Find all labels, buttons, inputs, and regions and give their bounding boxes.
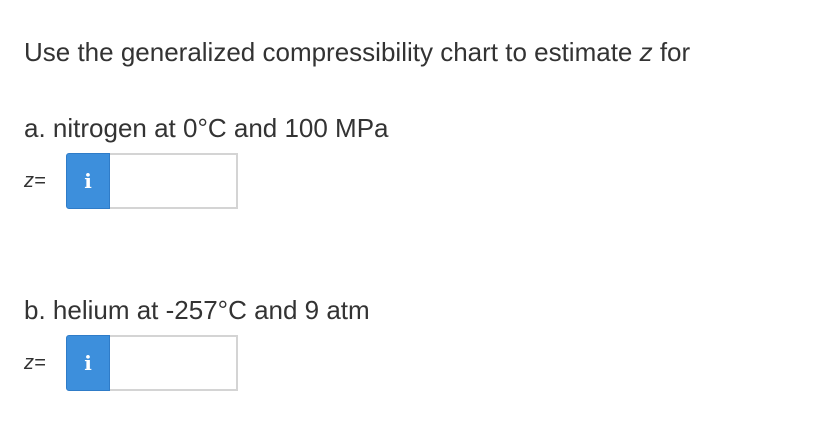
part-b-z-label: z= [24,351,46,374]
info-icon: i [84,351,92,375]
part-b-answer-input[interactable] [110,335,238,391]
question-text: Use the generalized compressibility char… [24,34,690,70]
question-suffix: for [652,37,691,67]
part-a-answer-input[interactable] [110,153,238,209]
part-a-label: a. nitrogen at 0°C and 100 MPa [24,113,389,143]
question-variable: z [639,37,653,67]
part-b-info-button[interactable]: i [66,335,110,391]
part-a-answer-row: z= i [24,152,238,210]
part-a-z-label: z= [24,169,46,192]
part-a-info-button[interactable]: i [66,153,110,209]
part-b-answer-row: z= i [24,334,238,392]
info-icon: i [84,169,92,193]
question-prefix: Use the generalized compressibility char… [24,37,640,67]
part-b-label: b. helium at -257°C and 9 atm [24,295,370,325]
